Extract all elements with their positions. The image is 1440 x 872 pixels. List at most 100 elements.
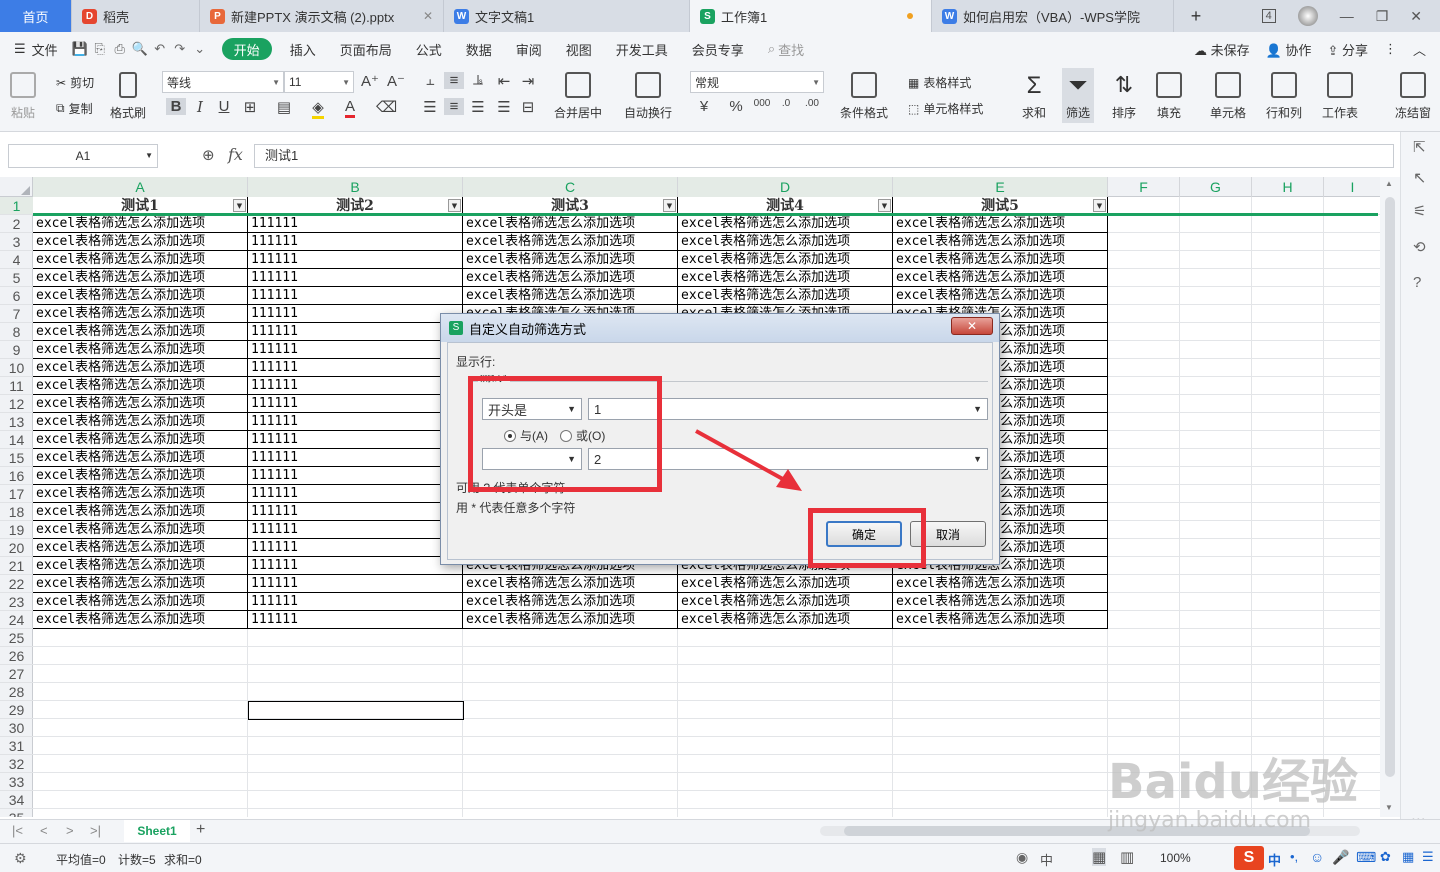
table-cell[interactable]: 111111 (248, 431, 463, 449)
font-color-icon[interactable]: A (340, 98, 360, 118)
backup-icon[interactable]: ⟲ (1413, 238, 1426, 256)
more-icon[interactable]: ⋮ (1384, 41, 1397, 57)
filter-dropdown-icon[interactable]: ▼ (1093, 199, 1106, 212)
ime-voice-icon[interactable]: 🎤 (1332, 849, 1349, 866)
row-header[interactable]: 27 (0, 665, 33, 683)
column-header-i[interactable]: I (1324, 177, 1380, 197)
table-cell[interactable]: 111111 (248, 341, 463, 359)
filter-dropdown-icon[interactable]: ▼ (448, 199, 461, 212)
next-sheet-icon[interactable]: > (66, 823, 74, 838)
row-header[interactable]: 25 (0, 629, 33, 647)
tab-home[interactable]: 首页 (0, 0, 72, 32)
table-cell[interactable]: excel表格筛选怎么添加选项 (463, 233, 678, 251)
table-cell[interactable]: excel表格筛选怎么添加选项 (678, 215, 893, 233)
table-cell[interactable]: excel表格筛选怎么添加选项 (678, 611, 893, 629)
row-header[interactable]: 34 (0, 791, 33, 809)
table-cell[interactable]: excel表格筛选怎么添加选项 (33, 413, 248, 431)
save-icon[interactable]: 💾 (70, 41, 90, 57)
scroll-up-icon[interactable]: ▲ (1385, 179, 1393, 188)
table-cell[interactable]: excel表格筛选怎么添加选项 (893, 593, 1108, 611)
zoom-formula-icon[interactable]: ⊕ (202, 146, 215, 164)
share-button[interactable]: ⇪ 分享 (1327, 40, 1368, 59)
table-cell[interactable]: 111111 (248, 557, 463, 575)
table-cell[interactable]: 111111 (248, 269, 463, 287)
sogou-ime-icon[interactable]: S (1234, 846, 1264, 870)
sheet-tab-sheet1[interactable]: Sheet1 (124, 820, 190, 842)
table-cell[interactable]: 111111 (248, 377, 463, 395)
row-header[interactable]: 23 (0, 593, 33, 611)
table-cell[interactable]: excel表格筛选怎么添加选项 (33, 377, 248, 395)
number-format-select[interactable]: 常规 ▼ (690, 71, 824, 93)
table-cell[interactable]: excel表格筛选怎么添加选项 (678, 233, 893, 251)
cell-fill-icon[interactable]: ▤ (274, 98, 294, 116)
ime-toolbox-icon[interactable]: ▦ (1402, 849, 1414, 865)
file-menu[interactable]: ☰ 文件 (0, 32, 70, 66)
currency-icon[interactable]: ¥ (694, 98, 714, 115)
ime-keyboard-icon[interactable]: ⌨ (1356, 849, 1376, 866)
tab-developer[interactable]: 开发工具 (604, 32, 680, 66)
fx-icon[interactable]: fx (228, 145, 243, 164)
table-cell[interactable]: excel表格筛选怎么添加选项 (893, 575, 1108, 593)
row-header[interactable]: 14 (0, 431, 33, 449)
table-cell[interactable]: 111111 (248, 287, 463, 305)
table-cell[interactable]: excel表格筛选怎么添加选项 (33, 215, 248, 233)
select-cursor-icon[interactable]: ↖ (1413, 168, 1426, 188)
table-cell[interactable]: excel表格筛选怎么添加选项 (33, 557, 248, 575)
eye-protection-icon[interactable]: ◉ (1016, 849, 1028, 866)
conditional-format-button[interactable]: 条件格式 (840, 72, 888, 121)
merge-center-button[interactable]: 合并居中 (554, 72, 602, 121)
collapse-panel-icon[interactable]: ⇱ (1413, 138, 1426, 156)
column-header-a[interactable]: A (33, 177, 248, 197)
table-cell[interactable]: 111111 (248, 413, 463, 431)
column-header-e[interactable]: E (893, 177, 1108, 197)
row-header[interactable]: 26 (0, 647, 33, 665)
row-header[interactable]: 13 (0, 413, 33, 431)
row-header[interactable]: 17 (0, 485, 33, 503)
freeze-button[interactable]: 冻结窗 (1388, 72, 1438, 121)
tab-member[interactable]: 会员专享 (680, 32, 756, 66)
paste-button[interactable]: 粘贴 (10, 72, 36, 121)
tab-insert[interactable]: 插入 (278, 32, 328, 66)
help-icon[interactable]: ? (1413, 274, 1421, 291)
table-cell[interactable]: excel表格筛选怎么添加选项 (893, 251, 1108, 269)
formula-input[interactable]: 测试1 (254, 144, 1394, 168)
table-cell[interactable]: excel表格筛选怎么添加选项 (33, 323, 248, 341)
table-cell[interactable]: 111111 (248, 611, 463, 629)
row-header[interactable]: 1 (0, 197, 33, 215)
column-header-d[interactable]: D (678, 177, 893, 197)
row-header[interactable]: 7 (0, 305, 33, 323)
row-header[interactable]: 11 (0, 377, 33, 395)
column-header-c[interactable]: C (463, 177, 678, 197)
font-size-select[interactable]: 11 ▼ (284, 71, 354, 93)
table-cell[interactable]: excel表格筛选怎么添加选项 (463, 287, 678, 305)
ime-skin-icon[interactable]: ✿ (1380, 849, 1391, 865)
close-icon[interactable]: ✕ (423, 9, 433, 23)
row-header[interactable]: 33 (0, 773, 33, 791)
row-header[interactable]: 9 (0, 341, 33, 359)
table-style-button[interactable]: ▦ 表格样式 (908, 74, 971, 91)
macro-record-icon[interactable]: ⚙ (14, 850, 27, 867)
row-header[interactable]: 21 (0, 557, 33, 575)
row-header[interactable]: 16 (0, 467, 33, 485)
table-cell[interactable]: 111111 (248, 215, 463, 233)
align-right-icon[interactable]: ☰ (468, 98, 488, 116)
row-header[interactable]: 3 (0, 233, 33, 251)
filter-dropdown-icon[interactable]: ▼ (233, 199, 246, 212)
row-header[interactable]: 22 (0, 575, 33, 593)
table-cell[interactable]: excel表格筛选怎么添加选项 (33, 359, 248, 377)
table-cell[interactable]: excel表格筛选怎么添加选项 (33, 341, 248, 359)
normal-view-icon[interactable]: ▦ (1092, 848, 1107, 866)
table-cell[interactable]: excel表格筛选怎么添加选项 (893, 215, 1108, 233)
row-header[interactable]: 24 (0, 611, 33, 629)
table-cell[interactable]: excel表格筛选怎么添加选项 (893, 233, 1108, 251)
table-cell[interactable]: excel表格筛选怎么添加选项 (893, 287, 1108, 305)
tab-daoke[interactable]: D 稻壳 (72, 0, 200, 32)
tab-word[interactable]: W 文字文稿1 (444, 0, 690, 32)
table-cell[interactable]: excel表格筛选怎么添加选项 (33, 503, 248, 521)
table-cell[interactable]: excel表格筛选怎么添加选项 (33, 251, 248, 269)
row-header[interactable]: 29 (0, 701, 33, 719)
table-cell[interactable]: 111111 (248, 575, 463, 593)
thousands-icon[interactable]: 000 (752, 98, 772, 109)
row-header[interactable]: 5 (0, 269, 33, 287)
search-box[interactable]: ⌕ 查找 (756, 32, 816, 66)
